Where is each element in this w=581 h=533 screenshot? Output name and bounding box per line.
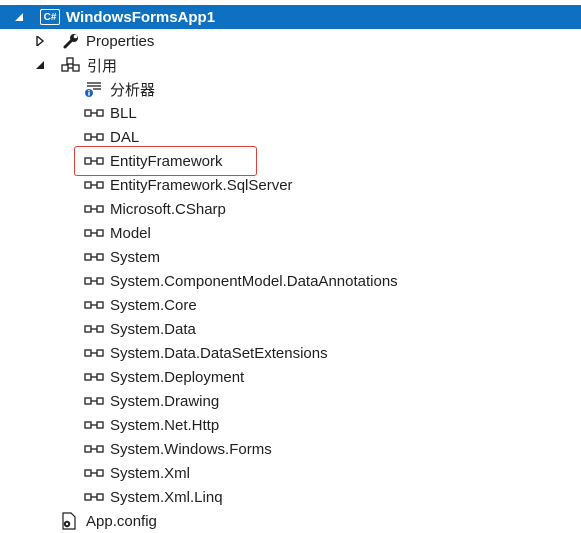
- assembly-reference-icon: [84, 180, 104, 190]
- reference-item-label: System.Drawing: [110, 392, 220, 410]
- reference-item-label: DAL: [110, 128, 140, 146]
- collapsed-arrow-icon[interactable]: [35, 36, 45, 46]
- references-label: 引用: [87, 57, 118, 75]
- reference-item[interactable]: System.Deployment: [0, 365, 581, 389]
- tree-row-appconfig[interactable]: App.config: [0, 509, 581, 533]
- project-name: WindowsFormsApp1: [66, 8, 216, 26]
- assembly-reference-icon: [84, 228, 104, 238]
- tree-row-properties[interactable]: Properties: [0, 29, 581, 53]
- assembly-reference-icon: [84, 420, 104, 430]
- analyzers-label: 分析器: [110, 81, 156, 99]
- assembly-reference-icon: [84, 444, 104, 454]
- assembly-reference-icon: [84, 468, 104, 478]
- assembly-reference-icon: [84, 492, 104, 502]
- reference-item-label: System.Data: [110, 320, 196, 338]
- reference-item-label: BLL: [110, 104, 137, 122]
- config-file-icon: [60, 511, 78, 531]
- reference-item[interactable]: System.Xml: [0, 461, 581, 485]
- reference-item[interactable]: System: [0, 245, 581, 269]
- assembly-reference-icon: [84, 324, 104, 334]
- reference-item[interactable]: System.Net.Http: [0, 413, 581, 437]
- reference-item[interactable]: Model: [0, 221, 581, 245]
- reference-item-label: System.Xml: [110, 464, 191, 482]
- expanded-arrow-icon[interactable]: [14, 12, 24, 22]
- analyzer-icon: [84, 79, 104, 99]
- reference-item[interactable]: BLL: [0, 101, 581, 125]
- highlight-box: [74, 146, 257, 176]
- tree-row-references[interactable]: 引用: [0, 53, 581, 77]
- expanded-arrow-icon[interactable]: [35, 60, 45, 70]
- reference-item-label: System.Windows.Forms: [110, 440, 272, 458]
- assembly-reference-icon: [84, 300, 104, 310]
- reference-item-label: System.Data.DataSetExtensions: [110, 344, 328, 362]
- reference-item[interactable]: System.Windows.Forms: [0, 437, 581, 461]
- assembly-reference-icon: [84, 132, 104, 142]
- reference-item[interactable]: System.Data: [0, 317, 581, 341]
- reference-item[interactable]: EntityFramework.SqlServer: [0, 173, 581, 197]
- assembly-reference-icon: [84, 396, 104, 406]
- csharp-project-icon: C#: [40, 9, 60, 25]
- reference-item[interactable]: System.Drawing: [0, 389, 581, 413]
- reference-item[interactable]: Microsoft.CSharp: [0, 197, 581, 221]
- reference-item-label: System.Net.Http: [110, 416, 220, 434]
- assembly-reference-icon: [84, 252, 104, 262]
- assembly-reference-icon: [84, 276, 104, 286]
- wrench-icon: [62, 32, 80, 50]
- assembly-reference-icon: [84, 348, 104, 358]
- tree-row-analyzers[interactable]: 分析器: [0, 77, 581, 101]
- assembly-reference-icon: [84, 372, 104, 382]
- reference-item-label: System: [110, 248, 161, 266]
- reference-item[interactable]: System.Xml.Linq: [0, 485, 581, 509]
- reference-item[interactable]: System.Data.DataSetExtensions: [0, 341, 581, 365]
- reference-item[interactable]: System.Core: [0, 293, 581, 317]
- reference-item-label: System.Core: [110, 296, 197, 314]
- tree-row-project[interactable]: C# WindowsFormsApp1: [0, 5, 581, 29]
- reference-item-label: System.ComponentModel.DataAnnotations: [110, 272, 398, 290]
- properties-label: Properties: [86, 32, 155, 50]
- references-icon: [61, 57, 81, 73]
- reference-item-label: System.Xml.Linq: [110, 488, 223, 506]
- assembly-reference-icon: [84, 108, 104, 118]
- reference-item-label: Microsoft.CSharp: [110, 200, 226, 218]
- reference-item-label: System.Deployment: [110, 368, 245, 386]
- reference-item-label: EntityFramework.SqlServer: [110, 176, 293, 194]
- assembly-reference-icon: [84, 204, 104, 214]
- reference-item-label: Model: [110, 224, 151, 242]
- reference-item[interactable]: System.ComponentModel.DataAnnotations: [0, 269, 581, 293]
